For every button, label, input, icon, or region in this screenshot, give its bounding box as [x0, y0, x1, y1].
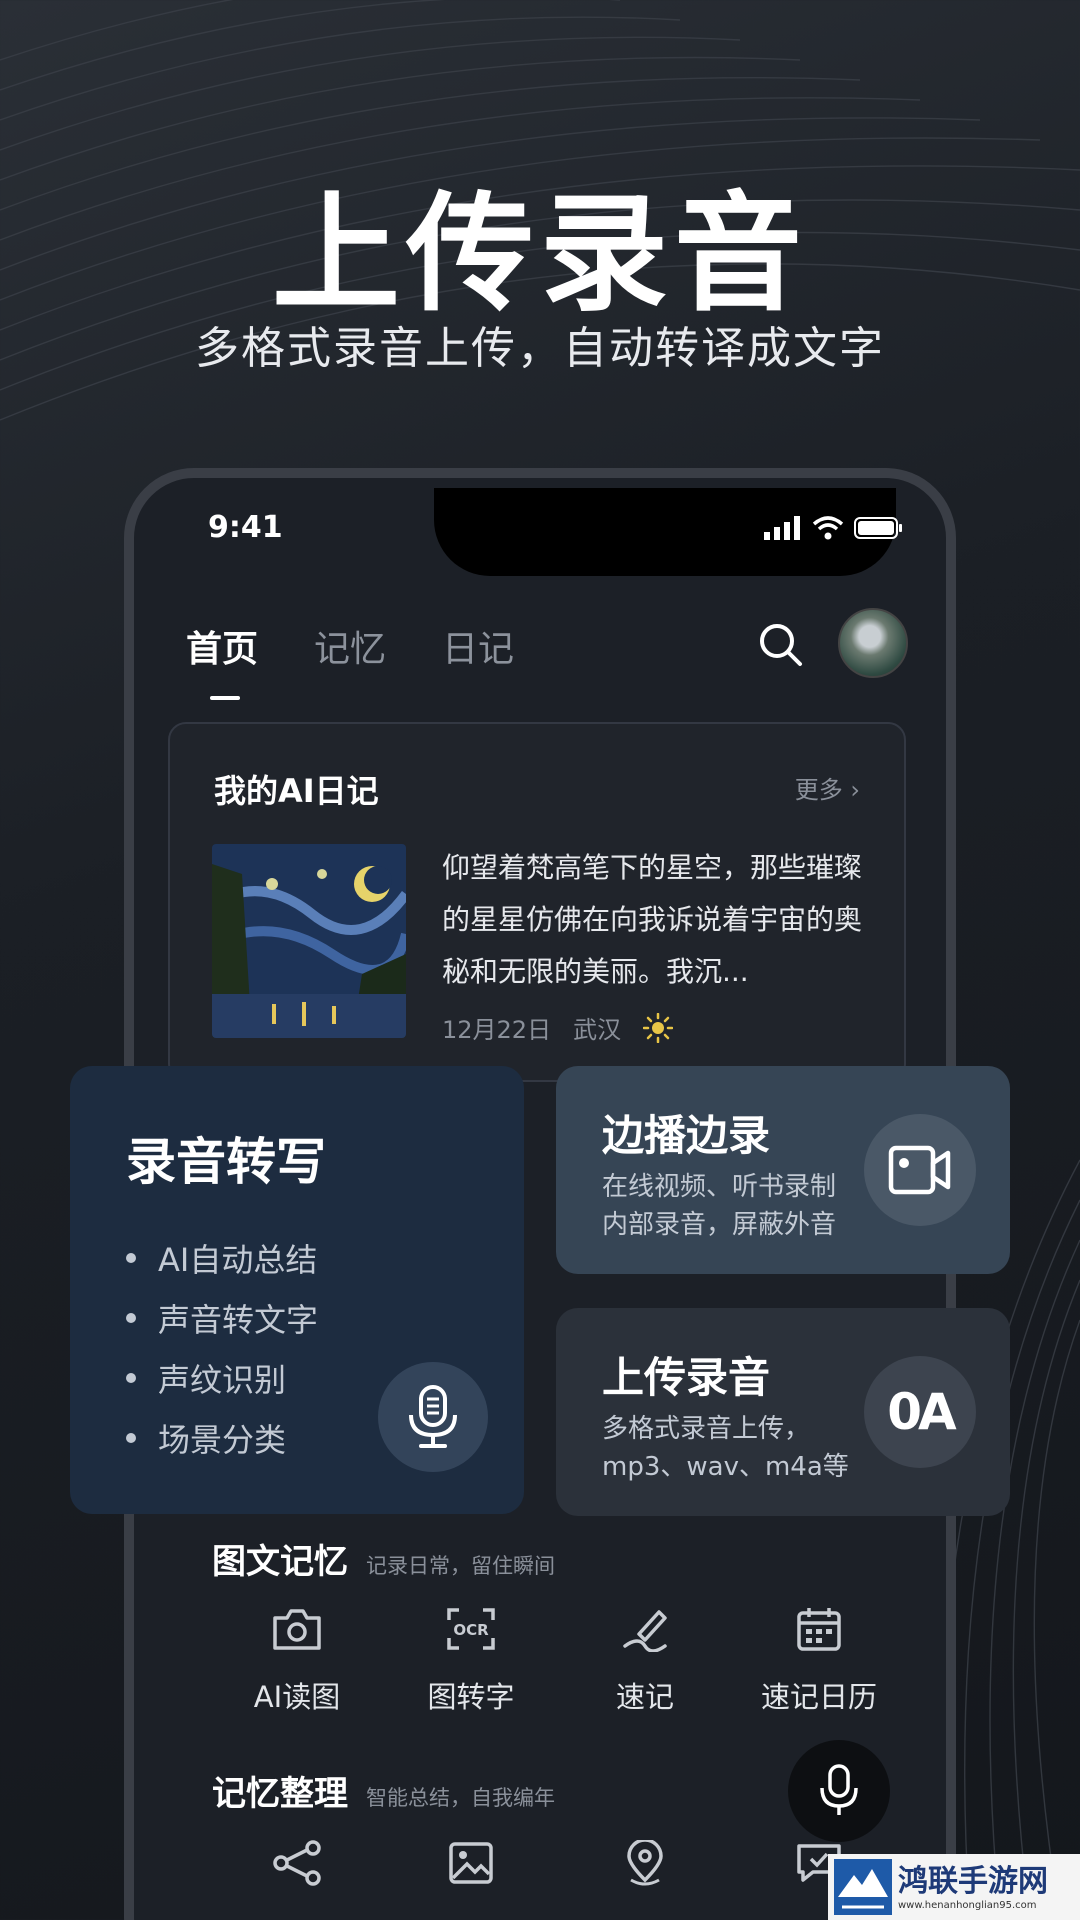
section-hint: 记录日常，留住瞬间 — [366, 1554, 555, 1578]
tab-memory[interactable]: 记忆 — [314, 620, 386, 672]
microphone-icon — [409, 1385, 457, 1448]
image-memory-section: 图文记忆 记录日常，留住瞬间 — [212, 1534, 555, 1583]
upload-button[interactable]: 0A — [864, 1356, 976, 1468]
status-icons — [764, 516, 904, 540]
diary-location: 武汉 — [573, 1016, 622, 1044]
calendar-icon — [797, 1608, 841, 1651]
tool-location[interactable] — [558, 1840, 732, 1886]
image-memory-tools: AI读图 OCR 图转字 速记 速记日历 — [210, 1606, 910, 1716]
watermark-text: 鸿联手游网 — [898, 1863, 1048, 1899]
transcribe-card[interactable]: 录音转写 AI自动总结 声音转文字 声纹识别 场景分类 — [70, 1066, 524, 1514]
upload-title: 上传录音 — [602, 1353, 771, 1402]
tool-quick-note[interactable]: 速记 — [558, 1606, 732, 1716]
upload-desc: 多格式录音上传， mp3、wav、m4a等 — [602, 1414, 849, 1482]
memory-organize-section: 记忆整理 智能总结，自我编年 — [212, 1766, 555, 1815]
list-item: 声纹识别 — [126, 1348, 318, 1408]
upload-recording-card[interactable]: 上传录音 多格式录音上传， mp3、wav、m4a等 0A — [556, 1308, 1010, 1516]
floating-record-button[interactable] — [788, 1740, 890, 1842]
live-record-button[interactable] — [864, 1114, 976, 1226]
status-time: 9:41 — [208, 510, 283, 545]
live-record-card[interactable]: 边播边录 在线视频、听书录制 内部录音，屏蔽外音 — [556, 1066, 1010, 1274]
signal-icon — [764, 516, 800, 540]
watermark-url: www.henanhonglian95.com — [898, 1899, 1037, 1911]
share-nodes-icon — [273, 1840, 321, 1886]
live-record-title: 边播边录 — [602, 1111, 771, 1160]
record-button[interactable] — [378, 1362, 488, 1472]
location-pin-icon — [627, 1840, 663, 1886]
pen-icon — [623, 1610, 667, 1652]
hero-title: 上传录音 — [271, 180, 808, 329]
video-camera-icon — [888, 1145, 951, 1195]
tool-note-calendar[interactable]: 速记日历 — [732, 1606, 906, 1716]
diary-date: 12月22日 — [442, 1016, 552, 1044]
tab-diary[interactable]: 日记 — [442, 620, 514, 672]
ai-diary-card[interactable]: 我的AI日记 更多 › 仰望着梵高笔下的星空，那些璀璨的星星仿佛在向我诉说着宇宙… — [168, 722, 906, 1082]
audio-format-icon: 0A — [887, 1383, 956, 1441]
tool-mind-map[interactable] — [210, 1840, 384, 1886]
tool-album[interactable] — [384, 1840, 558, 1886]
section-title: 记忆整理 — [212, 1774, 348, 1814]
sun-icon — [643, 1012, 674, 1043]
list-item: AI自动总结 — [126, 1228, 318, 1288]
transcribe-title: 录音转写 — [126, 1133, 326, 1191]
live-record-desc: 在线视频、听书录制 内部录音，屏蔽外音 — [602, 1172, 837, 1240]
tool-ai-read-image[interactable]: AI读图 — [210, 1606, 384, 1716]
tool-image-to-text[interactable]: OCR 图转字 — [384, 1606, 558, 1716]
tab-home[interactable]: 首页 — [186, 620, 258, 700]
wifi-icon — [812, 516, 844, 540]
list-item: 声音转文字 — [126, 1288, 318, 1348]
memory-organize-tools — [210, 1840, 910, 1886]
battery-icon — [854, 517, 902, 539]
site-watermark: 鸿联手游网 www.henanhonglian95.com — [828, 1854, 1080, 1920]
svg-text:OCR: OCR — [453, 1621, 489, 1639]
diary-title: 我的AI日记 — [214, 772, 379, 810]
list-item: 场景分类 — [126, 1408, 318, 1468]
camera-icon — [273, 1609, 321, 1650]
diary-thumbnail[interactable] — [212, 844, 406, 1038]
hero-subtitle: 多格式录音上传，自动转译成文字 — [195, 323, 885, 374]
transcribe-feature-list: AI自动总结 声音转文字 声纹识别 场景分类 — [126, 1228, 318, 1468]
watermark-logo — [834, 1859, 892, 1915]
diary-excerpt: 仰望着梵高笔下的星空，那些璀璨的星星仿佛在向我诉说着宇宙的奥秘和无限的美丽。我沉… — [442, 851, 863, 988]
image-icon — [449, 1842, 493, 1884]
ocr-icon: OCR — [447, 1608, 495, 1650]
search-icon[interactable] — [756, 620, 804, 668]
top-tabs: 首页 记忆 日记 — [186, 620, 514, 700]
diary-meta: 12月22日 武汉 — [442, 1010, 674, 1045]
microphone-icon — [820, 1764, 858, 1815]
diary-more-link[interactable]: 更多 › — [795, 770, 860, 805]
avatar[interactable] — [838, 608, 908, 678]
section-title: 图文记忆 — [212, 1542, 348, 1582]
section-hint: 智能总结，自我编年 — [366, 1786, 555, 1810]
